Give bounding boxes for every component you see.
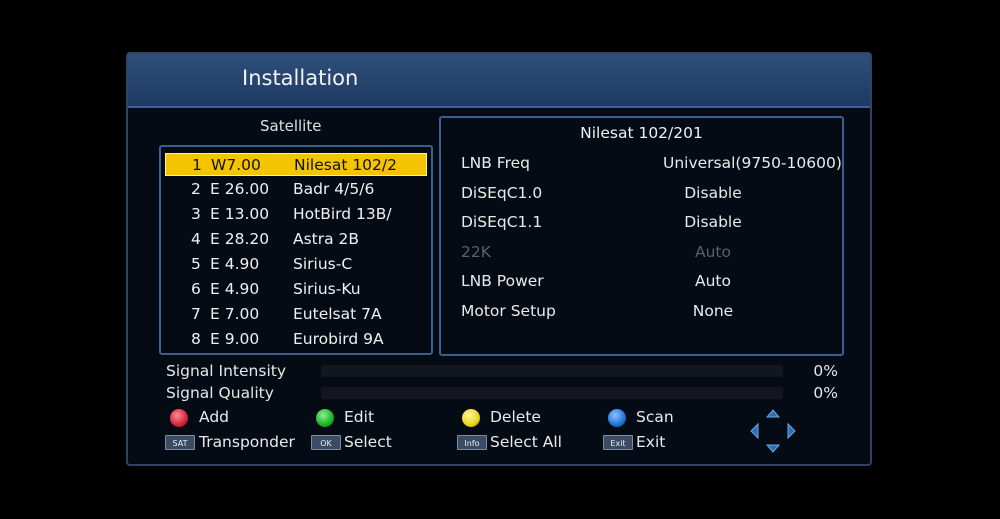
setting-diseqc11[interactable]: DiSEqC1.1 Disable [441, 213, 841, 235]
satellite-index: 3 [191, 205, 201, 223]
satellite-name: Eurobird 9A [293, 330, 384, 348]
setting-value: Auto [695, 243, 731, 261]
signal-intensity-label: Signal Intensity [166, 362, 287, 380]
satellite-position: E 4.90 [210, 255, 260, 273]
satellite-index: 8 [191, 330, 201, 348]
satellite-item-6[interactable]: 6 E 4.90 Sirius-Ku [165, 278, 427, 301]
satellite-item-3[interactable]: 3 E 13.00 HotBird 13B/ [165, 203, 427, 226]
setting-label: DiSEqC1.0 [461, 184, 543, 202]
satellite-name: Astra 2B [293, 230, 360, 248]
signal-quality-label: Signal Quality [166, 384, 274, 402]
red-button-icon [170, 409, 188, 427]
setting-value: Disable [684, 213, 742, 231]
satellite-details-panel: Nilesat 102/201 LNB Freq Universal(9750-… [439, 116, 844, 356]
window-title: Installation [242, 66, 359, 90]
satellite-position: E 28.20 [210, 230, 270, 248]
ok-key-icon: OK [311, 435, 341, 450]
yellow-button-icon [462, 409, 480, 427]
transponder-key-label: Transponder [199, 433, 295, 451]
installation-window: Installation Satellite 1 W7.00 Nilesat 1… [126, 52, 872, 466]
satellite-item-1[interactable]: 1 W7.00 Nilesat 102/2 [165, 153, 427, 176]
setting-lnb-power[interactable]: LNB Power Auto [441, 272, 841, 294]
satellite-name: Nilesat 102/2 [294, 156, 397, 174]
satellite-index: 2 [191, 180, 201, 198]
select-key-label: Select [344, 433, 392, 451]
add-key-label: Add [199, 408, 230, 426]
satellite-item-7[interactable]: 7 E 7.00 Eutelsat 7A [165, 303, 427, 326]
satellite-index: 1 [192, 156, 202, 174]
setting-value: None [692, 302, 734, 320]
setting-label: Motor Setup [461, 302, 556, 320]
satellite-name: HotBird 13B/ [293, 205, 392, 223]
title-bar: Installation [128, 54, 870, 108]
satellite-item-5[interactable]: 5 E 4.90 Sirius-C [165, 253, 427, 276]
delete-key-label: Delete [490, 408, 541, 426]
satellite-name: Badr 4/5/6 [293, 180, 375, 198]
signal-intensity-value: 0% [813, 362, 838, 380]
signal-intensity-bar [321, 365, 783, 377]
details-title: Nilesat 102/201 [580, 124, 703, 142]
info-key-icon: Info [457, 435, 487, 450]
scan-key-label: Scan [636, 408, 674, 426]
satellite-item-4[interactable]: 4 E 28.20 Astra 2B [165, 228, 427, 251]
signal-quality-bar [321, 387, 783, 399]
satellite-item-2[interactable]: 2 E 26.00 Badr 4/5/6 [165, 178, 427, 201]
satellite-item-8[interactable]: 8 E 9.00 Eurobird 9A [165, 328, 427, 351]
satellite-index: 4 [191, 230, 201, 248]
setting-diseqc10[interactable]: DiSEqC1.0 Disable [441, 184, 841, 206]
blue-button-icon [608, 409, 626, 427]
setting-motor-setup[interactable]: Motor Setup None [441, 302, 841, 324]
exit-key-label: Exit [636, 433, 666, 451]
satellite-index: 7 [191, 305, 201, 323]
satellite-position: E 7.00 [210, 305, 260, 323]
green-button-icon [316, 409, 334, 427]
setting-value: Universal(9750-10600) [663, 154, 842, 172]
edit-key-label: Edit [344, 408, 375, 426]
select-all-key-label: Select All [490, 433, 562, 451]
exit-key-icon: Exit [603, 435, 633, 450]
setting-label: LNB Freq [461, 154, 530, 172]
satellite-index: 5 [191, 255, 201, 273]
navigation-arrows-icon [750, 409, 796, 453]
satellite-name: Eutelsat 7A [293, 305, 382, 323]
setting-value: Auto [695, 272, 731, 290]
satellite-position: E 13.00 [210, 205, 270, 223]
satellite-list[interactable]: 1 W7.00 Nilesat 102/2 2 E 26.00 Badr 4/5… [159, 145, 433, 355]
setting-lnb-freq[interactable]: LNB Freq Universal(9750-10600) [441, 154, 842, 176]
satellite-name: Sirius-C [293, 255, 353, 273]
satellite-position: E 4.90 [210, 280, 260, 298]
sat-key-icon: SAT [165, 435, 195, 450]
setting-22k: 22K Auto [441, 243, 841, 265]
setting-label: DiSEqC1.1 [461, 213, 543, 231]
satellite-index: 6 [191, 280, 201, 298]
setting-label: LNB Power [461, 272, 544, 290]
satellite-position: W7.00 [211, 156, 261, 174]
satellite-position: E 26.00 [210, 180, 270, 198]
setting-label: 22K [461, 243, 491, 261]
signal-quality-value: 0% [813, 384, 838, 402]
satellite-position: E 9.00 [210, 330, 260, 348]
setting-value: Disable [684, 184, 742, 202]
satellite-name: Sirius-Ku [293, 280, 361, 298]
satellite-heading: Satellite [260, 117, 322, 135]
